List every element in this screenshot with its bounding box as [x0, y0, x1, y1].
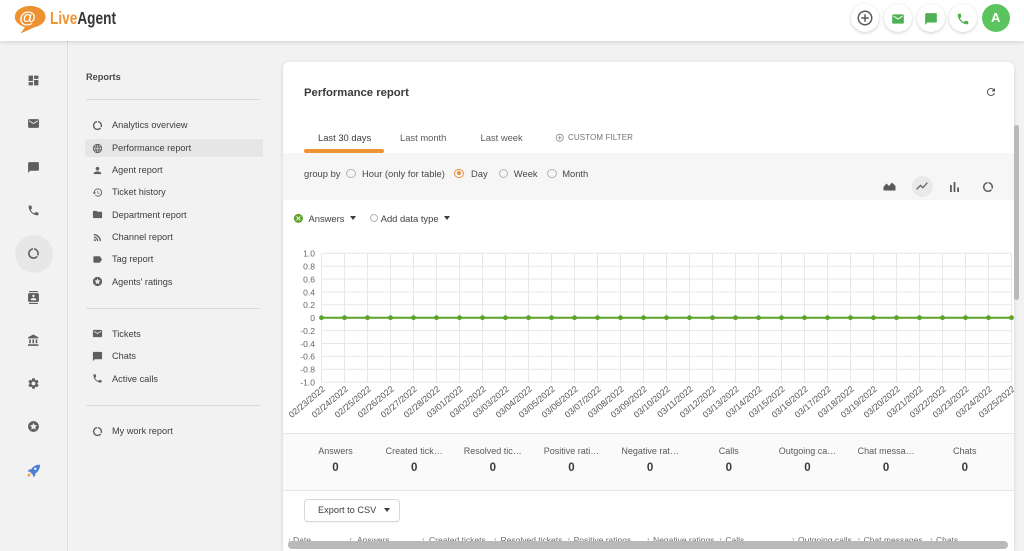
svg-text:-0.8: -0.8: [300, 365, 315, 375]
svg-text:0.6: 0.6: [303, 275, 315, 285]
svg-text:-0.6: -0.6: [300, 352, 315, 362]
svg-text:0.2: 0.2: [303, 300, 315, 310]
svg-text:-0.4: -0.4: [300, 339, 315, 349]
svg-text:1.0: 1.0: [303, 249, 315, 259]
svg-text:0.4: 0.4: [303, 287, 315, 297]
svg-text:0: 0: [310, 313, 315, 323]
svg-text:0.8: 0.8: [303, 262, 315, 272]
svg-text:-0.2: -0.2: [300, 326, 315, 336]
svg-text:-1.0: -1.0: [300, 378, 315, 388]
svg-text:@: @: [19, 8, 36, 27]
